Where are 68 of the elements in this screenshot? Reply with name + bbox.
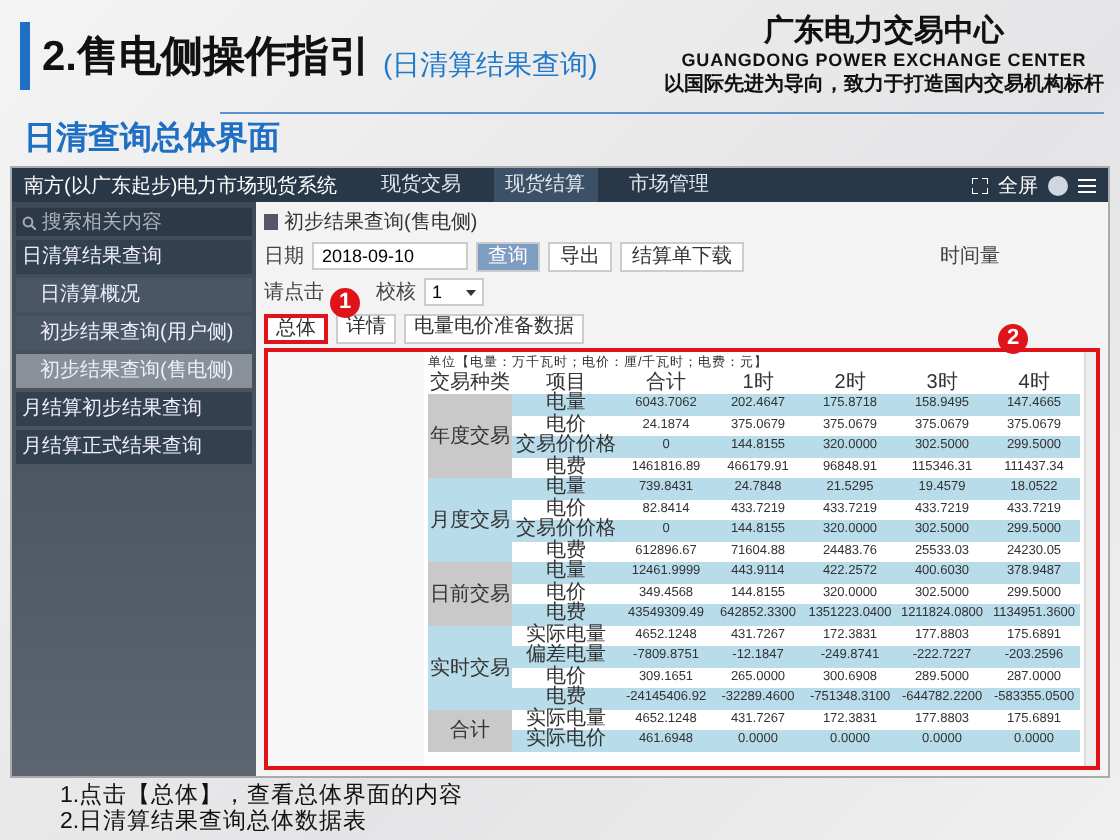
- table-cell: 交易价价格: [512, 436, 620, 457]
- group-cell: 实时交易: [428, 625, 512, 709]
- search-icon: [22, 215, 36, 229]
- nav-tab[interactable]: 市场管理: [617, 168, 722, 202]
- panel-title: 初步结果查询(售电侧): [284, 209, 478, 236]
- sidebar-subitem[interactable]: 日清算概况: [16, 278, 252, 312]
- column-header: 交易种类: [428, 372, 512, 394]
- sidebar-item[interactable]: 月结算初步结果查询: [16, 392, 252, 426]
- right-label: 时间量: [940, 243, 1000, 270]
- menu-icon[interactable]: [1078, 177, 1096, 193]
- column-header: 3时: [896, 372, 988, 394]
- slide-title: 2.售电侧操作指引: [42, 32, 372, 84]
- check-label: 校核: [376, 279, 416, 306]
- group-cell: 合计: [428, 709, 512, 751]
- avatar-icon[interactable]: [1048, 175, 1068, 195]
- check-select[interactable]: 1: [424, 278, 484, 306]
- scrollbar[interactable]: [1084, 352, 1096, 766]
- slide-title-note: (日清算结果查询): [383, 48, 598, 84]
- sidebar-subitem[interactable]: 初步结果查询(用户侧): [16, 316, 252, 350]
- view-tab[interactable]: 总体: [264, 313, 328, 343]
- table-cell: 电价: [512, 667, 620, 688]
- table-cell: 电价: [512, 499, 620, 520]
- instruction-note: 2.日清算结果查询总体数据表: [60, 810, 370, 836]
- date-field[interactable]: 2018-09-10: [312, 242, 468, 270]
- section-heading: 日清查询总体界面: [22, 119, 282, 160]
- toolbar-button[interactable]: 导出: [548, 241, 612, 271]
- callout-badge: 2: [998, 324, 1028, 354]
- view-tab[interactable]: 电量电价准备数据: [404, 313, 584, 343]
- group-cell: 日前交易: [428, 562, 512, 625]
- table-cell: 电价: [512, 583, 620, 604]
- table-cell: 电费: [512, 541, 620, 562]
- group-cell: 年度交易: [428, 394, 512, 478]
- instruction-note: 1.点击【总体】，查看总体界面的内容: [60, 784, 466, 809]
- org-motto: 以国际先进为导向，致力于打造国内交易机构标杆: [664, 70, 1104, 98]
- org-name: 广东电力交易中心: [764, 12, 1004, 50]
- nav-tab[interactable]: 现货结算: [493, 168, 598, 202]
- table-cell: 电量: [512, 562, 620, 583]
- table-cell: 交易价价格: [512, 520, 620, 541]
- column-header: 合计: [620, 372, 712, 394]
- group-cell: 月度交易: [428, 478, 512, 562]
- nav-tab[interactable]: 现货交易: [369, 168, 474, 202]
- org-name-english: GUANGDONG POWER EXCHANGE CENTER: [681, 50, 1087, 70]
- document-icon: [264, 214, 278, 230]
- table-cell: 电费: [512, 688, 620, 709]
- table-cell: 实际电量: [512, 709, 620, 730]
- view-tab[interactable]: 详情: [336, 313, 396, 343]
- toolbar-button[interactable]: 结算单下载: [620, 241, 744, 271]
- table-cell: 电量: [512, 478, 620, 499]
- fullscreen-label[interactable]: 全屏: [998, 171, 1038, 199]
- sidebar-item[interactable]: 日清算结果查询: [16, 240, 252, 274]
- system-name: 南方(以广东起步)电力市场现货系统: [24, 173, 338, 199]
- column-header: 4时: [988, 372, 1080, 394]
- column-header: 1时: [712, 372, 804, 394]
- date-label: 日期: [264, 243, 304, 270]
- table-cell: 电费: [512, 604, 620, 625]
- sidebar-item[interactable]: 月结算正式结果查询: [16, 430, 252, 464]
- table-cell: 偏差电量: [512, 646, 620, 667]
- column-header: 项目: [512, 372, 620, 394]
- table-cell: 电价: [512, 415, 620, 436]
- table-cell: 实际电价: [512, 730, 620, 751]
- hint-label: 请点击: [264, 279, 324, 306]
- callout-badge: 1: [330, 288, 360, 318]
- fullscreen-icon[interactable]: [972, 177, 988, 193]
- caret-icon: [466, 289, 476, 295]
- table-cell: 电费: [512, 457, 620, 478]
- table-cell: 电量: [512, 394, 620, 415]
- table-cell: 实际电量: [512, 625, 620, 646]
- column-header: 2时: [804, 372, 896, 394]
